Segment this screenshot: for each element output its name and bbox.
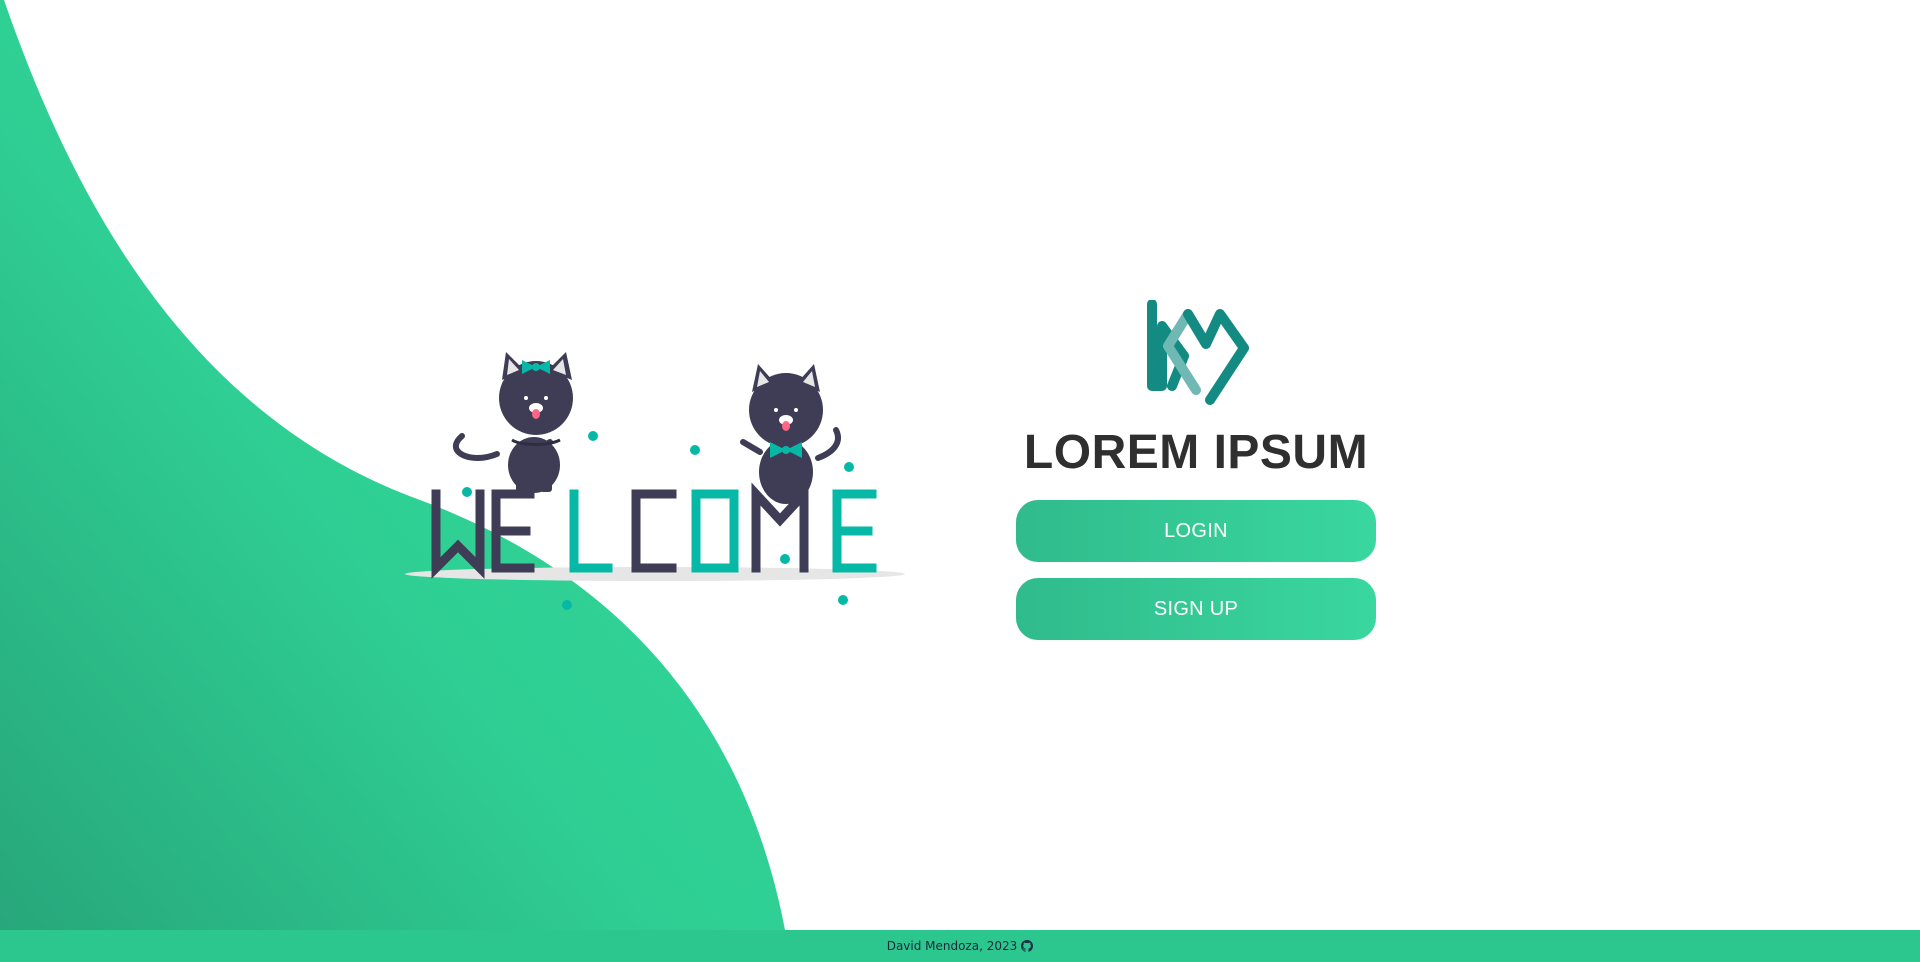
- welcome-letters: [431, 482, 877, 579]
- letter-c: [631, 489, 677, 573]
- footer-credit: David Mendoza, 2023: [887, 939, 1034, 953]
- letter-o: [691, 489, 739, 573]
- cat-right: [740, 364, 841, 504]
- signup-button[interactable]: SIGN UP: [1016, 578, 1376, 641]
- landing-page: LOREM IPSUM LOGIN SIGN UP David Mendoza,…: [0, 0, 1920, 962]
- auth-panel: LOREM IPSUM LOGIN SIGN UP: [1014, 300, 1378, 641]
- letter-m: [751, 482, 809, 573]
- github-icon[interactable]: [1021, 940, 1034, 952]
- footer: David Mendoza, 2023: [0, 930, 1920, 962]
- letter-l: [569, 489, 613, 573]
- cat-left: [453, 352, 573, 493]
- letter-e: [491, 489, 535, 573]
- login-button[interactable]: LOGIN: [1016, 500, 1376, 563]
- letter-w: [431, 489, 485, 579]
- background-wave: [0, 0, 785, 962]
- app-title: LOREM IPSUM: [1023, 426, 1369, 479]
- welcome-illustration: [405, 352, 905, 610]
- letter-e2: [832, 489, 877, 573]
- footer-credit-text: David Mendoza, 2023: [886, 939, 1018, 953]
- km-logo-icon: [1147, 300, 1249, 405]
